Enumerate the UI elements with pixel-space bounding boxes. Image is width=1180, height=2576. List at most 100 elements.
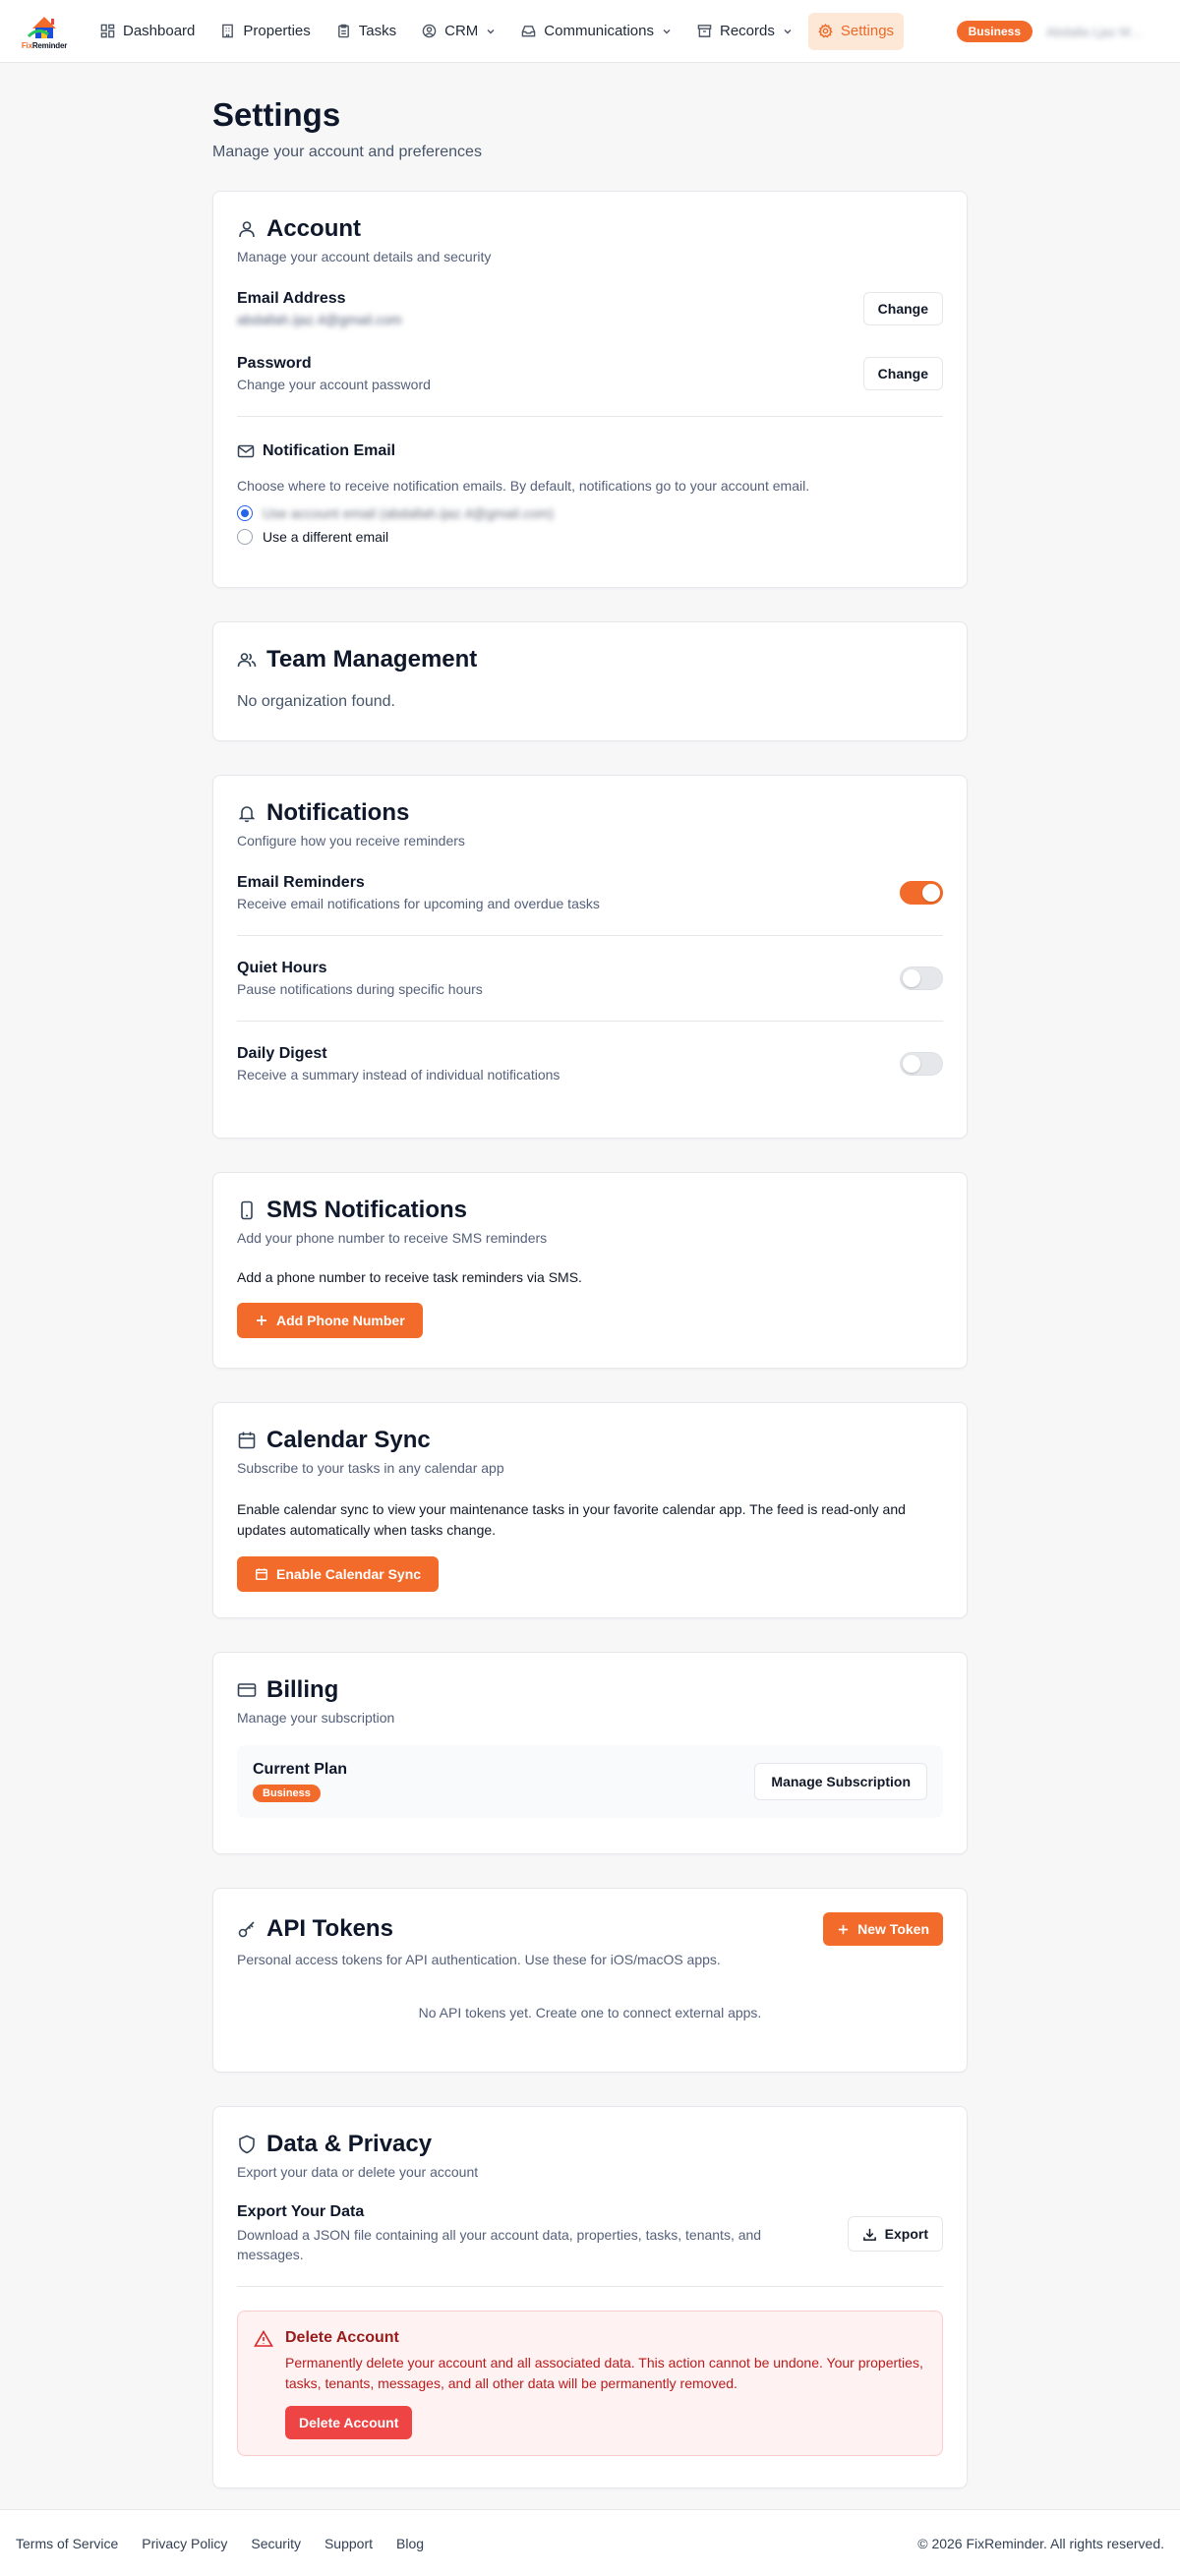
brand-fix: Fix — [21, 40, 32, 50]
card-title: Account — [266, 215, 361, 242]
setting-label: Email Reminders — [237, 874, 365, 891]
card-description: Manage your subscription — [237, 1710, 395, 1726]
api-tokens-card: API Tokens New Token Personal access tok… — [212, 1888, 968, 2073]
calendar-icon — [238, 1432, 256, 1449]
phone-icon — [241, 1200, 253, 1220]
sms-body: Add a phone number to receive task remin… — [237, 1269, 582, 1285]
daily-digest-toggle[interactable] — [900, 1052, 943, 1076]
export-button[interactable]: Export — [847, 2216, 943, 2252]
chevron-down-icon — [784, 29, 792, 33]
radio-account-email[interactable]: Use account email (abdallah.ijaz.4@gmail… — [237, 505, 943, 521]
user-icon — [239, 221, 255, 238]
card-title: Data & Privacy — [266, 2131, 433, 2157]
calendar-card: Calendar Sync Subscribe to your tasks in… — [212, 1402, 968, 1618]
change-email-button[interactable]: Change — [862, 292, 943, 325]
quiet-hours-toggle[interactable] — [900, 966, 943, 990]
plan-badge: Business — [253, 1785, 321, 1802]
current-plan-box: Current Plan Business Manage Subscriptio… — [237, 1745, 943, 1818]
plus-icon — [257, 1316, 266, 1325]
nav-dashboard[interactable]: Dashboard — [90, 13, 205, 50]
nav-crm[interactable]: CRM — [412, 13, 505, 50]
clipboard-icon — [337, 24, 349, 38]
shield-icon — [239, 2135, 255, 2154]
building-icon — [222, 24, 234, 38]
app-logo[interactable]: FixReminder — [18, 10, 71, 53]
card-title: SMS Notifications — [266, 1197, 468, 1223]
nav-label: Properties — [243, 23, 311, 39]
card-title: API Tokens — [266, 1915, 393, 1942]
brand-reminder: Reminder — [31, 40, 68, 50]
nav-label: Communications — [544, 23, 654, 39]
card-title: Calendar Sync — [266, 1427, 431, 1453]
chevron-down-icon — [663, 29, 671, 33]
card-title: Notifications — [266, 799, 410, 826]
nav-tasks[interactable]: Tasks — [326, 13, 406, 50]
card-description: Manage your account details and security — [237, 249, 492, 264]
button-label: Enable Calendar Sync — [276, 1566, 422, 1582]
card-description: Add your phone number to receive SMS rem… — [237, 1230, 548, 1246]
button-label: Add Phone Number — [276, 1313, 405, 1328]
account-card: Account Manage your account details and … — [212, 191, 968, 588]
card-description: Configure how you receive reminders — [237, 833, 465, 849]
top-nav: FixReminder Dashboard Properties Tasks C… — [0, 0, 1180, 63]
footer-link-blog[interactable]: Blog — [396, 2536, 424, 2551]
setting-description: Receive a summary instead of individual … — [237, 1067, 560, 1083]
nav-properties[interactable]: Properties — [210, 13, 320, 50]
nav-records[interactable]: Records — [687, 13, 802, 50]
nav-label: CRM — [444, 23, 479, 39]
footer-link-privacy[interactable]: Privacy Policy — [142, 2536, 227, 2551]
nav-settings[interactable]: Settings — [807, 12, 905, 50]
calendar-body: Enable calendar sync to view your mainte… — [237, 1501, 906, 1538]
card-description: Subscribe to your tasks in any calendar … — [237, 1460, 504, 1476]
dashboard-icon — [100, 24, 115, 38]
export-label: Export Your Data — [237, 2203, 365, 2220]
setting-label: Quiet Hours — [237, 960, 327, 976]
chevron-down-icon — [487, 29, 495, 33]
setting-label: Daily Digest — [237, 1045, 327, 1062]
manage-subscription-button[interactable]: Manage Subscription — [754, 1763, 927, 1800]
api-tokens-empty-state: No API tokens yet. Create one to connect… — [418, 2005, 762, 2020]
billing-card: Billing Manage your subscription Current… — [212, 1652, 968, 1854]
nav-communications[interactable]: Communications — [511, 13, 681, 50]
card-title: Team Management — [266, 646, 478, 673]
enable-calendar-sync-button[interactable]: Enable Calendar Sync — [237, 1556, 440, 1592]
setting-description: Receive email notifications for upcoming… — [237, 896, 600, 911]
bell-icon — [238, 806, 256, 823]
button-label: New Token — [857, 1921, 929, 1937]
current-plan-label: Current Plan — [253, 1761, 348, 1778]
team-empty-state: No organization found. — [237, 693, 395, 710]
gear-icon — [818, 24, 833, 38]
users-icon — [237, 653, 257, 668]
data-privacy-card: Data & Privacy Export your data or delet… — [212, 2106, 968, 2488]
danger-zone: Delete Account Permanently delete your a… — [237, 2311, 943, 2456]
radio-selected[interactable] — [237, 505, 253, 521]
card-description: Export your data or delete your account — [237, 2164, 479, 2180]
email-reminders-toggle[interactable] — [900, 881, 943, 905]
email-value: abdallah.ijaz.4@gmail.com — [237, 312, 402, 327]
plus-icon — [838, 1924, 849, 1934]
footer-link-terms[interactable]: Terms of Service — [16, 2536, 118, 2551]
password-label: Password — [237, 355, 312, 372]
user-menu[interactable]: Abdalla Ljaz M… — [1046, 25, 1162, 39]
password-description: Change your account password — [237, 377, 431, 392]
new-token-button[interactable]: New Token — [823, 1912, 943, 1946]
calendar-icon — [256, 1568, 267, 1580]
notification-email-title: Notification Email — [263, 442, 396, 459]
nav-label: Settings — [840, 23, 895, 39]
footer-link-security[interactable]: Security — [251, 2536, 301, 2551]
radio-different-email[interactable]: Use a different email — [237, 529, 943, 545]
inbox-icon — [521, 26, 536, 37]
add-phone-number-button[interactable]: Add Phone Number — [237, 1303, 423, 1338]
footer-link-support[interactable]: Support — [324, 2536, 373, 2551]
mail-icon — [237, 444, 255, 458]
user-circle-icon — [422, 24, 437, 38]
download-icon — [862, 2228, 876, 2241]
delete-account-button[interactable]: Delete Account — [285, 2406, 413, 2439]
change-password-button[interactable]: Change — [862, 357, 943, 390]
credit-card-icon — [237, 1683, 257, 1697]
house-logo-icon — [27, 16, 56, 38]
export-description: Download a JSON file containing all your… — [237, 2227, 762, 2262]
copyright: © 2026 FixReminder. All rights reserved. — [917, 2535, 1164, 2551]
radio-unselected[interactable] — [237, 529, 253, 545]
sms-card: SMS Notifications Add your phone number … — [212, 1172, 968, 1369]
